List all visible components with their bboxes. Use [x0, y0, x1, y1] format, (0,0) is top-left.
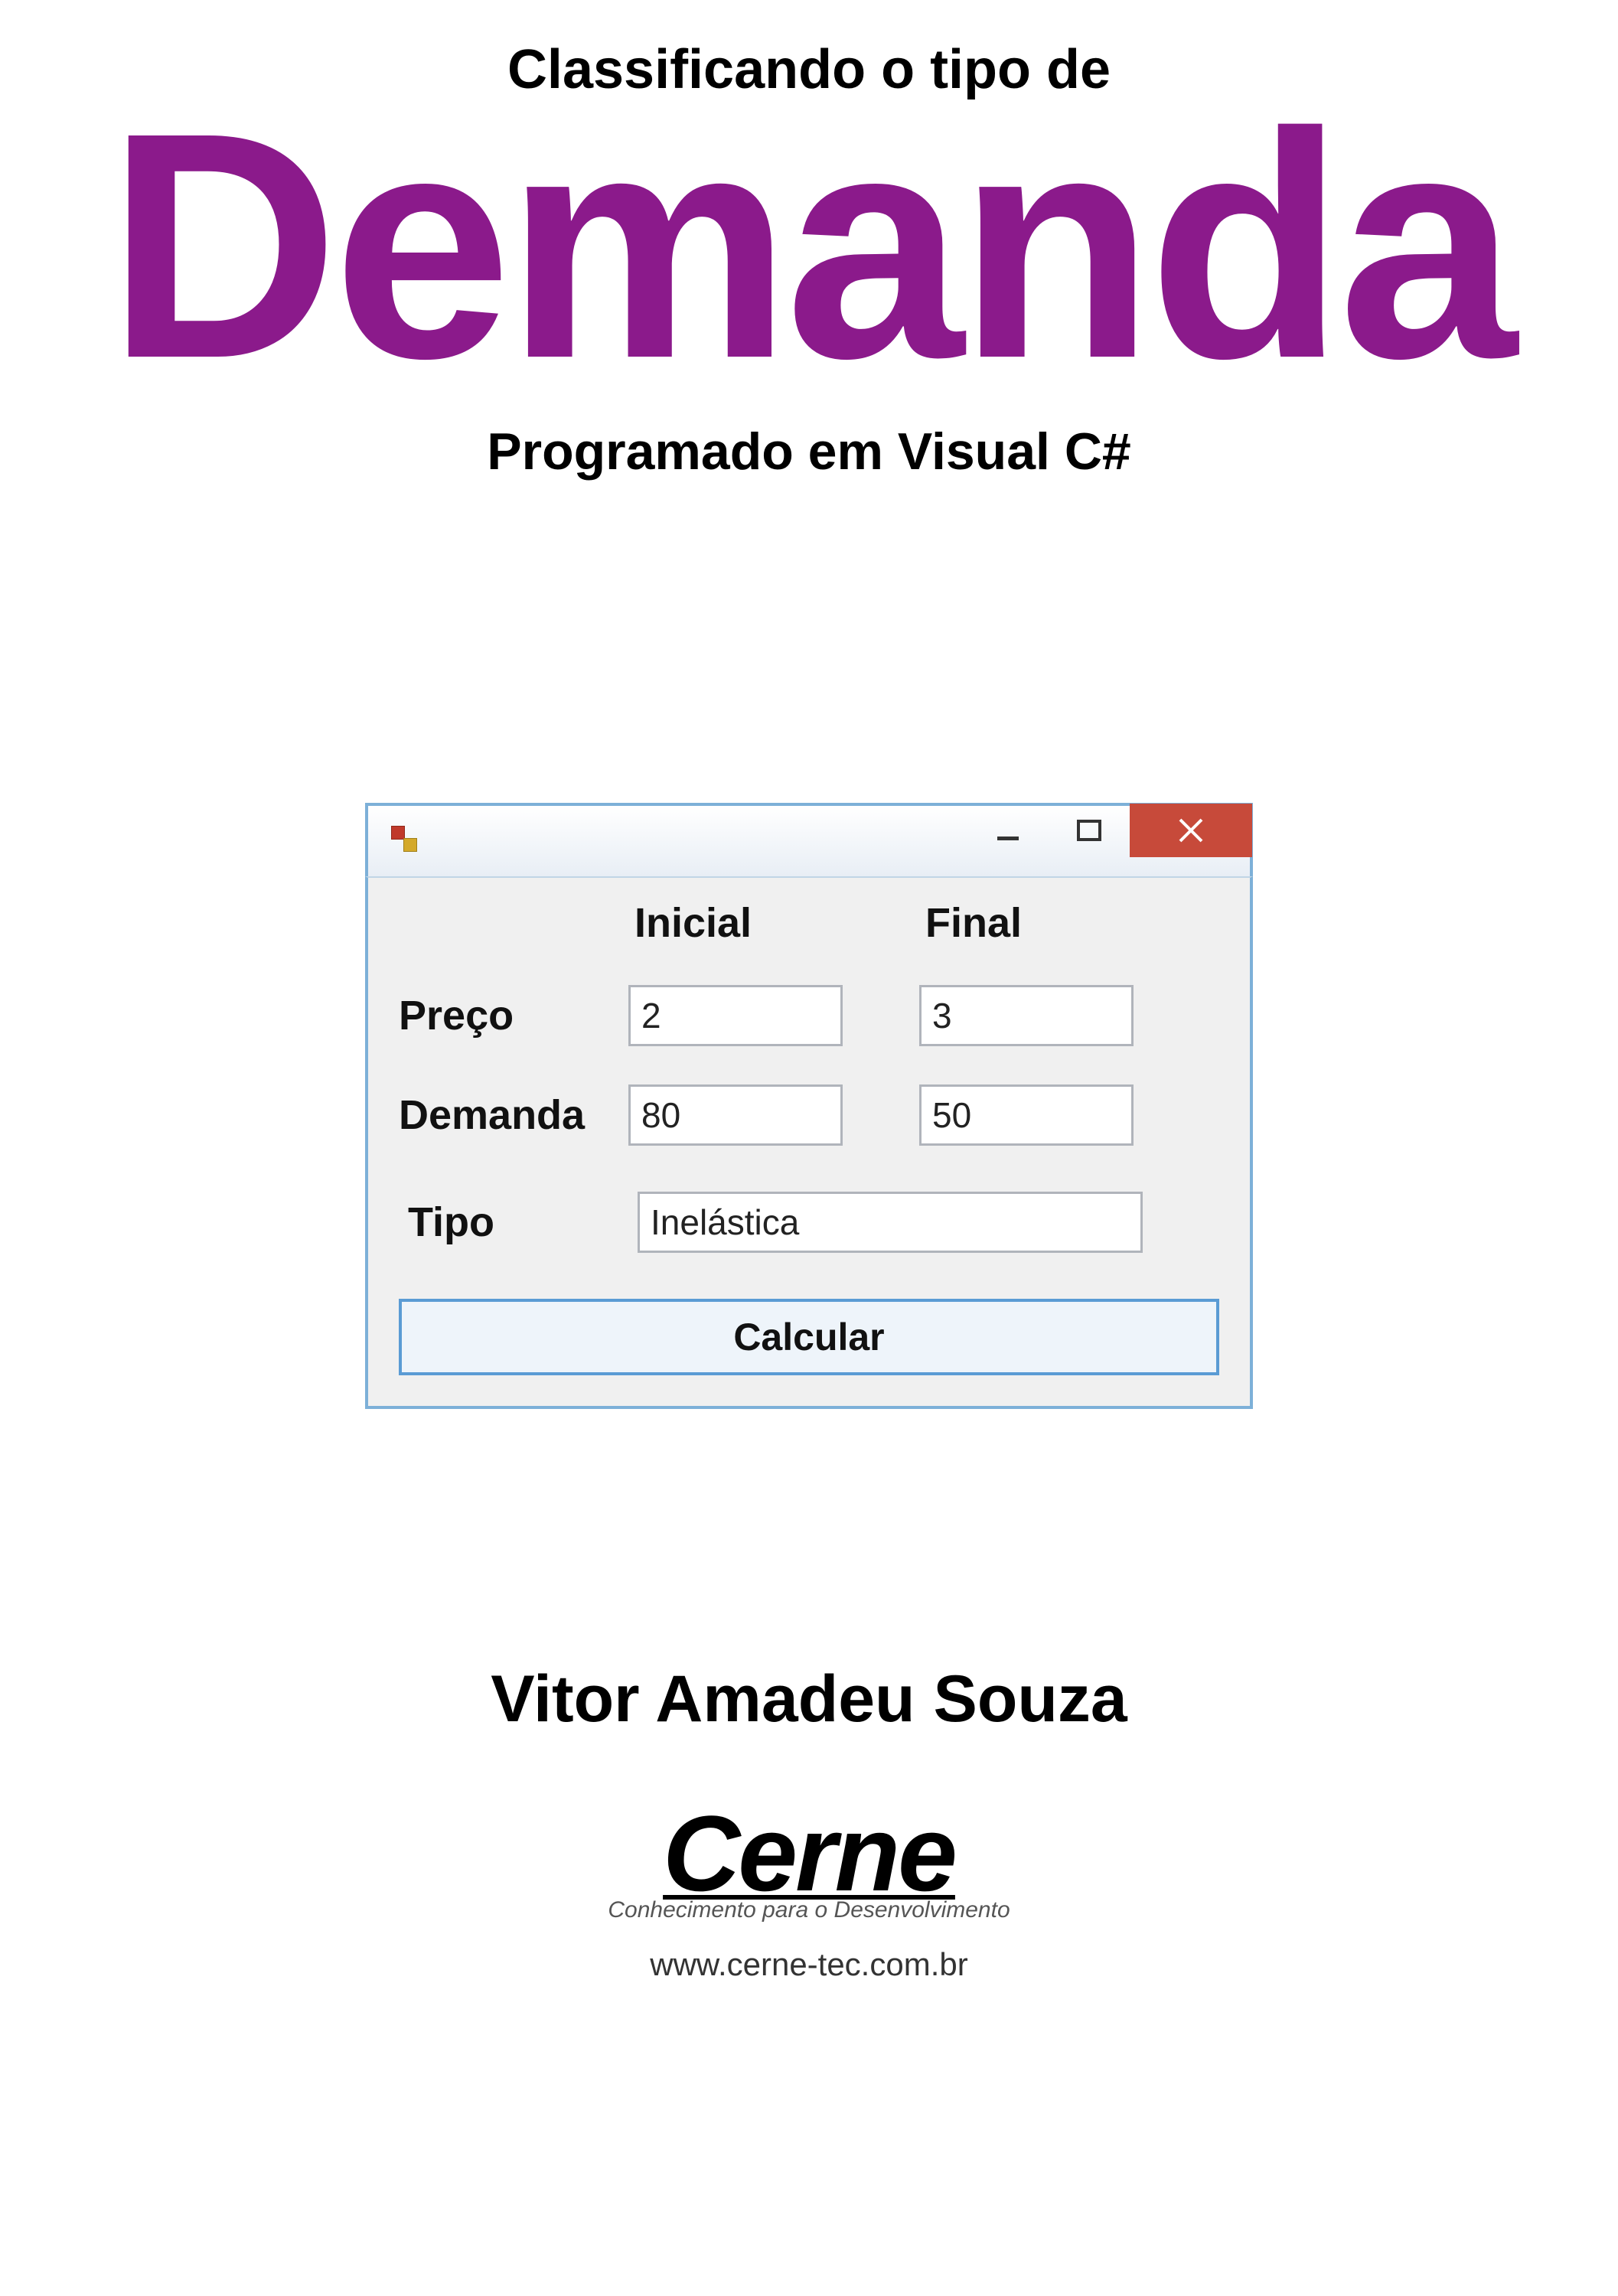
minimize-icon: [993, 815, 1023, 846]
close-icon: [1174, 814, 1208, 847]
window-body: Inicial Final Preço Demanda Tipo Calcula…: [365, 876, 1253, 1409]
brand-tagline: Conhecimento para o Desenvolvimento: [0, 1897, 1618, 1923]
demand-initial-input[interactable]: [628, 1084, 843, 1146]
maximize-button[interactable]: [1049, 806, 1130, 855]
close-button[interactable]: [1130, 804, 1252, 857]
demand-label: Demanda: [399, 1091, 628, 1139]
author-name: Vitor Amadeu Souza: [0, 1662, 1618, 1737]
main-title: Demanda: [0, 93, 1618, 399]
minimize-button[interactable]: [967, 806, 1049, 855]
brand-logo: Cerne Conhecimento para o Desenvolviment…: [0, 1806, 1618, 1983]
price-final-input[interactable]: [919, 985, 1134, 1046]
maximize-icon: [1074, 815, 1104, 846]
column-header-final: Final: [919, 899, 1179, 947]
demand-final-input[interactable]: [919, 1084, 1134, 1146]
type-label: Tipo: [399, 1199, 610, 1246]
brand-url: www.cerne-tec.com.br: [0, 1946, 1618, 1983]
brand-name: Cerne: [663, 1806, 955, 1900]
app-window: Inicial Final Preço Demanda Tipo Calcula…: [365, 803, 1253, 1409]
subtitle-bottom: Programado em Visual C#: [0, 422, 1618, 481]
calculate-button[interactable]: Calcular: [399, 1299, 1219, 1375]
column-header-initial: Inicial: [628, 899, 919, 947]
type-result-input[interactable]: [638, 1192, 1143, 1253]
window-titlebar: [365, 803, 1253, 876]
app-icon: [391, 826, 422, 856]
price-label: Preço: [399, 992, 628, 1039]
price-initial-input[interactable]: [628, 985, 843, 1046]
